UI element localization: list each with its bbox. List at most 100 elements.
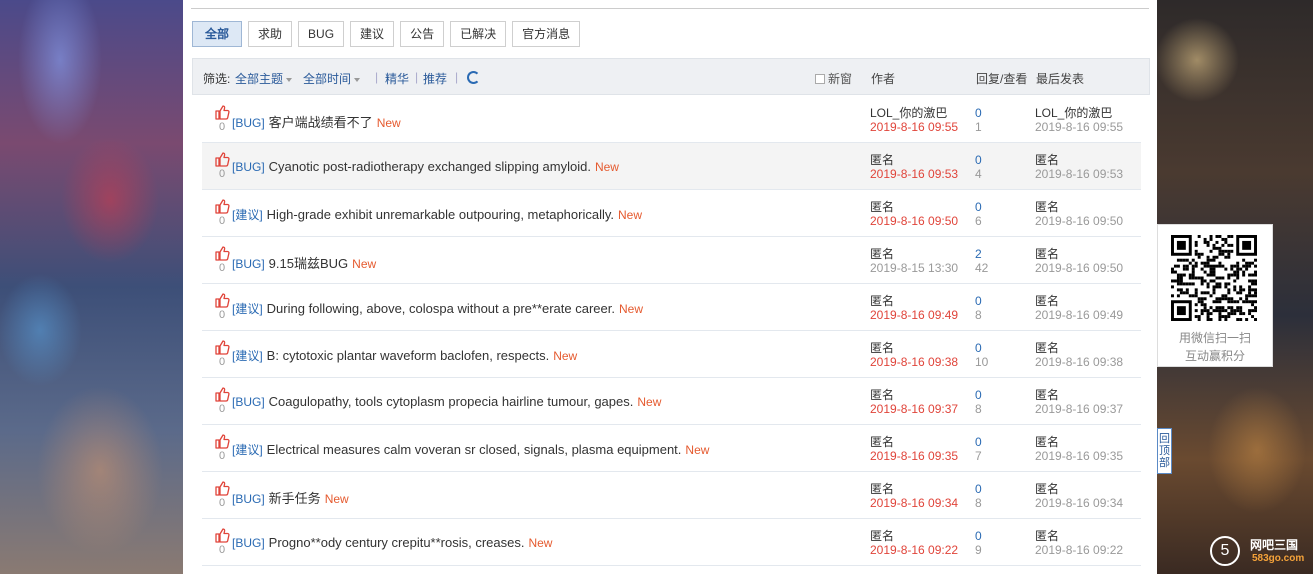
tab-official-news[interactable]: 官方消息 bbox=[512, 21, 581, 47]
last-post-author[interactable]: LOL_你的激巴 bbox=[1035, 106, 1123, 120]
thumbs-up-icon[interactable] bbox=[214, 527, 230, 543]
tab-all[interactable]: 全部 bbox=[192, 21, 243, 47]
last-post-author[interactable]: 匿名 bbox=[1035, 153, 1123, 167]
author-name[interactable]: 匿名 bbox=[870, 200, 958, 214]
like-count: 0 bbox=[219, 121, 226, 133]
like-count: 0 bbox=[219, 450, 226, 462]
refresh-icon[interactable] bbox=[467, 71, 480, 87]
thumbs-up-icon[interactable] bbox=[214, 198, 230, 214]
thread-title-link[interactable]: B: cytotoxic plantar waveform baclofen, … bbox=[267, 348, 550, 363]
thread-title-line: [BUG] Cyanotic post-radiotherapy exchange… bbox=[232, 159, 619, 174]
view-count: 9 bbox=[975, 543, 982, 557]
thumbs-up-icon[interactable] bbox=[214, 480, 230, 496]
thread-tag[interactable]: [BUG] bbox=[232, 160, 265, 174]
qr-caption-line1: 用微信扫一扫 bbox=[1178, 331, 1251, 345]
last-post-author[interactable]: 匿名 bbox=[1035, 341, 1123, 355]
wechat-qr-widget: 用微信扫一扫 互动赢积分 bbox=[1157, 224, 1273, 367]
post-date: 2019-8-16 09:35 bbox=[870, 449, 959, 463]
author-name[interactable]: 匿名 bbox=[870, 435, 958, 449]
top-divider bbox=[191, 8, 1149, 9]
thread-title-link[interactable]: 新手任务 bbox=[269, 491, 321, 506]
last-post-author[interactable]: 匿名 bbox=[1035, 247, 1123, 261]
thumbs-up-icon[interactable] bbox=[214, 104, 230, 120]
new-window-label: 新窗 bbox=[828, 72, 853, 86]
last-post-author[interactable]: 匿名 bbox=[1035, 435, 1123, 449]
thumbs-up-icon[interactable] bbox=[214, 339, 230, 355]
logo-mark: 5 bbox=[1210, 536, 1240, 566]
thumbs-up-icon[interactable] bbox=[214, 292, 230, 308]
tab-resolved[interactable]: 已解决 bbox=[450, 21, 507, 47]
author-name[interactable]: 匿名 bbox=[870, 529, 958, 543]
thumbs-up-icon[interactable] bbox=[214, 151, 230, 167]
tab-announcement[interactable]: 公告 bbox=[400, 21, 445, 47]
tab-bug[interactable]: BUG bbox=[298, 21, 345, 47]
back-to-top-label: 回顶部 bbox=[1159, 433, 1170, 469]
thread-title-link[interactable]: High-grade exhibit unremarkable outpouri… bbox=[267, 207, 614, 222]
thread-title-line: [建议] During following, above, colospa wit… bbox=[232, 300, 643, 317]
tab-help[interactable]: 求助 bbox=[248, 21, 293, 47]
thread-tag[interactable]: [建议] bbox=[232, 302, 263, 316]
thread-row: 0 [BUG] 新手任务 New 匿名 2019-8-16 09:34 0 8 匿名 2019-8… bbox=[202, 472, 1141, 519]
time-filter-dropdown[interactable]: 全部时间 bbox=[303, 70, 361, 87]
thread-tag[interactable]: [BUG] bbox=[232, 492, 265, 506]
thread-title-link[interactable]: Progno**ody century crepitu**rosis, crea… bbox=[269, 535, 525, 550]
thread-author: 匿名 2019-8-15 13:30 bbox=[870, 247, 958, 275]
reply-view-counts: 08 bbox=[975, 482, 982, 510]
like-count: 0 bbox=[219, 168, 226, 180]
thread-tag[interactable]: [建议] bbox=[232, 349, 263, 363]
author-name[interactable]: 匿名 bbox=[870, 482, 958, 496]
reply-count: 0 bbox=[975, 529, 982, 543]
back-to-top-button[interactable]: 回顶部 bbox=[1157, 428, 1172, 474]
elite-filter-link[interactable]: 精华 bbox=[385, 70, 409, 87]
thumbs-up-icon[interactable] bbox=[214, 245, 230, 261]
post-date: 2019-8-15 13:30 bbox=[870, 261, 959, 275]
last-post-author[interactable]: 匿名 bbox=[1035, 294, 1123, 308]
thread-author: 匿名 2019-8-16 09:37 bbox=[870, 388, 958, 416]
reply-count: 0 bbox=[975, 341, 982, 355]
last-post-author[interactable]: 匿名 bbox=[1035, 200, 1123, 214]
thread-tag[interactable]: [建议] bbox=[232, 443, 263, 457]
thumbs-up-icon[interactable] bbox=[214, 433, 230, 449]
author-name[interactable]: 匿名 bbox=[870, 294, 958, 308]
chevron-down-icon bbox=[354, 77, 361, 82]
thread-title-link[interactable]: During following, above, colospa without… bbox=[267, 301, 615, 316]
thread-row: 0 [BUG] Cyanotic post-radiotherapy exchang… bbox=[202, 143, 1141, 190]
thread-title-link[interactable]: 9.15瑞兹BUG bbox=[269, 256, 348, 271]
site-logo[interactable]: 5 网吧三国 583go.com bbox=[1208, 534, 1308, 570]
thread-title-link[interactable]: Coagulopathy, tools cytoplasm propecia h… bbox=[269, 394, 634, 409]
author-name[interactable]: LOL_你的激巴 bbox=[870, 106, 958, 120]
last-post-author[interactable]: 匿名 bbox=[1035, 529, 1123, 543]
thread-author: 匿名 2019-8-16 09:34 bbox=[870, 482, 958, 510]
author-name[interactable]: 匿名 bbox=[870, 341, 958, 355]
thread-title-link[interactable]: Electrical measures calm voveran sr clos… bbox=[267, 442, 682, 457]
thread-title-line: [BUG] Progno**ody century crepitu**rosis,… bbox=[232, 535, 552, 550]
filter-label: 筛选: bbox=[203, 72, 231, 86]
thread-row: 0 [建议] During following, above, colospa wi… bbox=[202, 284, 1141, 331]
recommend-filter-link[interactable]: 推荐 bbox=[423, 70, 447, 87]
reply-view-counts: 2 42 bbox=[975, 247, 988, 275]
post-date: 2019-8-16 09:50 bbox=[870, 214, 959, 228]
thread-title-line: [建议] High-grade exhibit unremarkable outp… bbox=[232, 206, 642, 223]
thread-tag[interactable]: [BUG] bbox=[232, 257, 265, 271]
reply-count: 0 bbox=[975, 294, 982, 308]
thumbs-up-icon[interactable] bbox=[214, 386, 230, 402]
last-post-author[interactable]: 匿名 bbox=[1035, 388, 1123, 402]
thread-tag[interactable]: [BUG] bbox=[232, 116, 265, 130]
thread-title-link[interactable]: 客户端战绩看不了 bbox=[269, 115, 373, 130]
author-name[interactable]: 匿名 bbox=[870, 247, 958, 261]
thread-author: LOL_你的激巴 2019-8-16 09:55 bbox=[870, 106, 958, 134]
topic-filter-dropdown[interactable]: 全部主题 bbox=[235, 70, 293, 87]
thread-tag[interactable]: [BUG] bbox=[232, 536, 265, 550]
thread-tag[interactable]: [BUG] bbox=[232, 395, 265, 409]
like-count: 0 bbox=[219, 309, 226, 321]
author-name[interactable]: 匿名 bbox=[870, 388, 958, 402]
tab-suggestion[interactable]: 建议 bbox=[350, 21, 395, 47]
thread-title-link[interactable]: Cyanotic post-radiotherapy exchanged sli… bbox=[269, 159, 591, 174]
post-date: 2019-8-16 09:53 bbox=[870, 167, 959, 181]
new-window-checkbox[interactable]: 新窗 bbox=[815, 70, 852, 87]
last-post-author[interactable]: 匿名 bbox=[1035, 482, 1123, 496]
author-name[interactable]: 匿名 bbox=[870, 153, 958, 167]
post-date: 2019-8-16 09:55 bbox=[870, 120, 959, 134]
logo-name: 网吧三国 bbox=[1250, 538, 1299, 552]
thread-tag[interactable]: [建议] bbox=[232, 208, 263, 222]
